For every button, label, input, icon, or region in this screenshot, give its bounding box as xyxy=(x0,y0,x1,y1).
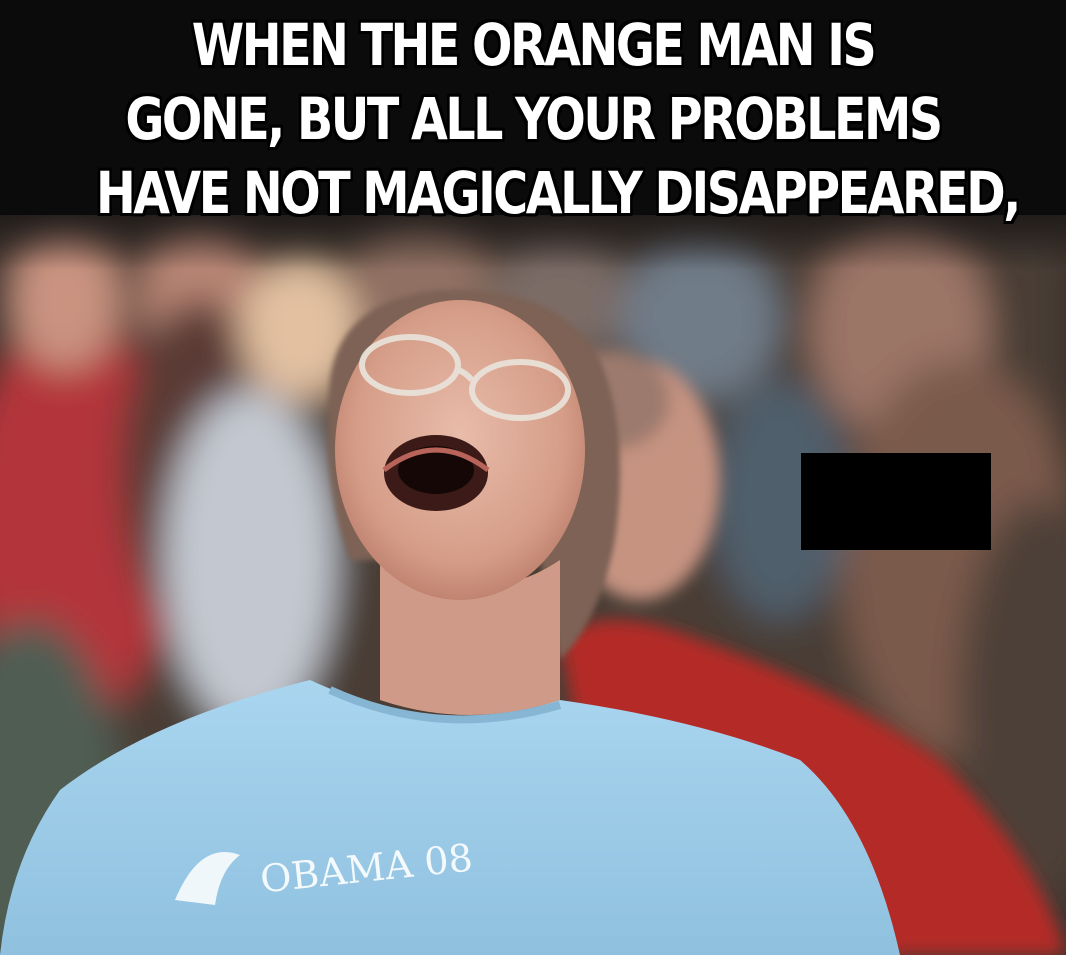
redaction-box xyxy=(801,453,991,550)
caption-line-3: HAVE NOT MAGICALLY DISAPPEARED, xyxy=(95,159,1021,227)
meme-image: OBAMA 08 WHEN THE ORANGE MAN IS GONE, BU… xyxy=(0,0,1066,955)
meme-caption: WHEN THE ORANGE MAN IS GONE, BUT ALL YOU… xyxy=(95,0,1021,230)
caption-line-1: WHEN THE ORANGE MAN IS xyxy=(191,11,877,79)
caption-line-2: GONE, BUT ALL YOUR PROBLEMS xyxy=(125,85,943,153)
